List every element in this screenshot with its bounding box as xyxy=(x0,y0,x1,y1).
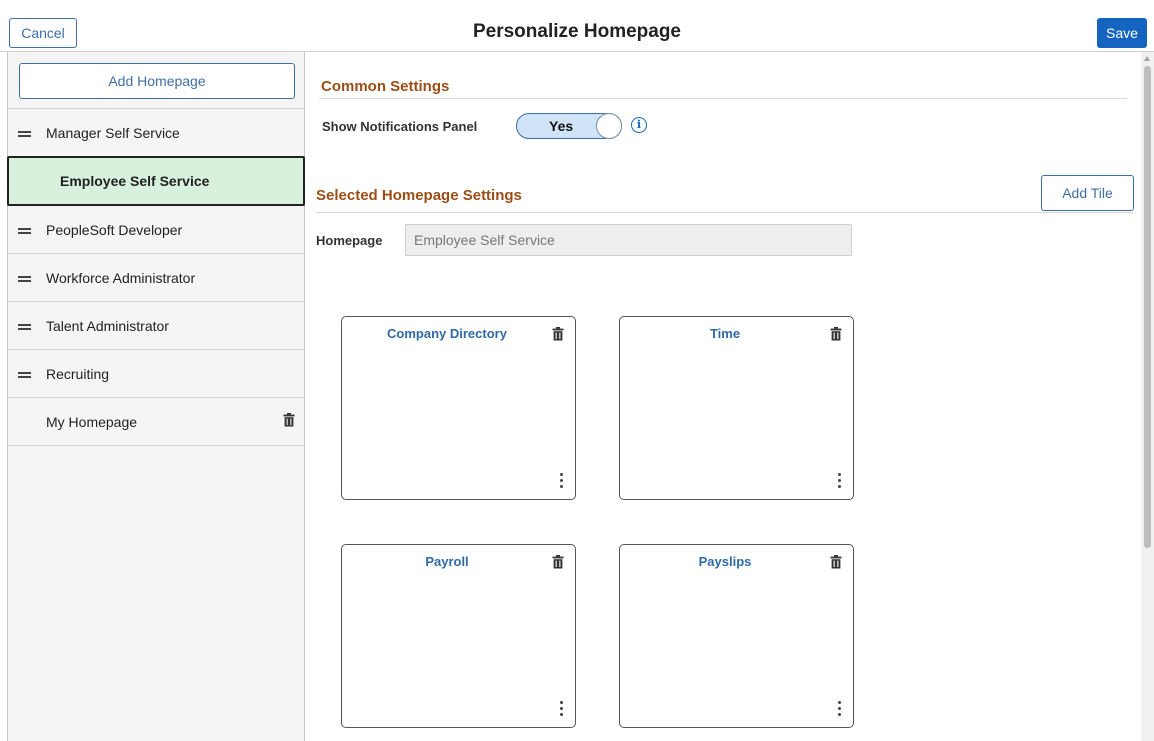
sidebar-item-label: Talent Administrator xyxy=(46,317,169,334)
drag-handle-icon[interactable] xyxy=(18,372,31,378)
sidebar-item-my-homepage[interactable]: My Homepage xyxy=(8,398,304,446)
homepage-list-sidebar: Add Homepage Manager Self Service Employ… xyxy=(7,52,305,741)
sidebar-item-label: Manager Self Service xyxy=(46,124,180,141)
page-title: Personalize Homepage xyxy=(472,21,682,42)
drag-handle-icon[interactable] xyxy=(18,228,31,234)
add-homepage-button[interactable]: Add Homepage xyxy=(19,63,295,99)
toggle-value: Yes xyxy=(549,118,574,134)
scroll-thumb[interactable] xyxy=(1144,66,1151,548)
more-vertical-icon[interactable] xyxy=(838,473,842,489)
tile-title: Company Directory xyxy=(387,326,507,341)
tile-company-directory[interactable]: Company Directory xyxy=(341,316,576,500)
toggle-knob xyxy=(596,113,622,139)
homepage-label: Homepage xyxy=(316,233,383,248)
scroll-up-icon[interactable] xyxy=(1144,56,1150,61)
drag-handle-icon[interactable] xyxy=(18,276,31,282)
trash-icon[interactable] xyxy=(552,555,564,569)
homepage-name-field[interactable] xyxy=(405,224,852,256)
more-vertical-icon[interactable] xyxy=(560,473,564,489)
sidebar-item-peoplesoft-developer[interactable]: PeopleSoft Developer xyxy=(8,206,304,254)
sidebar-item-label: PeopleSoft Developer xyxy=(46,221,183,238)
sidebar-item-workforce-administrator[interactable]: Workforce Administrator xyxy=(8,254,304,302)
sidebar-item-label: Workforce Administrator xyxy=(46,269,196,286)
drag-handle-icon[interactable] xyxy=(18,324,31,330)
sidebar-item-recruiting[interactable]: Recruiting xyxy=(8,350,304,398)
divider xyxy=(319,98,1127,99)
sidebar-item-manager-self-service[interactable]: Manager Self Service xyxy=(8,109,304,157)
tile-title: Payroll xyxy=(425,554,469,569)
vertical-scrollbar[interactable] xyxy=(1141,52,1154,741)
more-vertical-icon[interactable] xyxy=(838,701,842,717)
trash-icon[interactable] xyxy=(830,327,842,341)
divider xyxy=(315,212,1133,213)
common-settings-heading: Common Settings xyxy=(321,78,450,95)
sidebar-toolbar: Add Homepage xyxy=(8,52,304,109)
sidebar-item-employee-self-service[interactable]: Employee Self Service xyxy=(7,156,305,206)
tile-payslips[interactable]: Payslips xyxy=(619,544,854,728)
settings-panel: Common Settings Show Notifications Panel… xyxy=(305,52,1141,741)
save-button[interactable]: Save xyxy=(1097,18,1147,48)
drag-handle-icon[interactable] xyxy=(18,131,31,137)
sidebar-item-label: My Homepage xyxy=(46,413,138,430)
trash-icon[interactable] xyxy=(283,413,295,427)
more-vertical-icon[interactable] xyxy=(560,701,564,717)
sidebar-item-label: Recruiting xyxy=(46,365,110,382)
sidebar-item-label: Employee Self Service xyxy=(60,173,210,189)
selected-homepage-settings-heading: Selected Homepage Settings xyxy=(316,187,522,204)
trash-icon[interactable] xyxy=(552,327,564,341)
tile-payroll[interactable]: Payroll xyxy=(341,544,576,728)
sidebar-item-talent-administrator[interactable]: Talent Administrator xyxy=(8,302,304,350)
tile-time[interactable]: Time xyxy=(619,316,854,500)
notifications-toggle[interactable]: Yes xyxy=(516,113,622,139)
trash-icon[interactable] xyxy=(830,555,842,569)
tile-title: Time xyxy=(709,326,741,341)
notifications-label: Show Notifications Panel xyxy=(322,119,478,134)
info-icon[interactable]: i xyxy=(631,117,647,133)
tile-title: Payslips xyxy=(698,554,752,569)
add-tile-button[interactable]: Add Tile xyxy=(1041,175,1134,211)
header-bar: Cancel Personalize Homepage Save xyxy=(0,0,1154,52)
